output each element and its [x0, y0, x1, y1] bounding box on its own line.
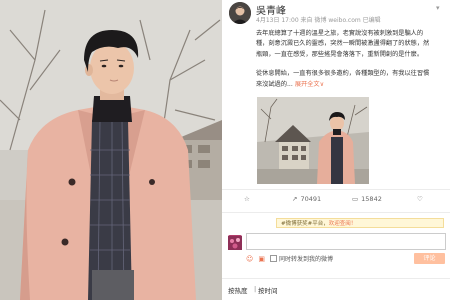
forward-count: 70491: [300, 195, 322, 203]
share-icon: ☆: [244, 195, 250, 203]
profile-photo: [0, 0, 222, 300]
like-icon: ♡: [417, 195, 423, 203]
banner-text: #微博获奖#平台，: [281, 221, 329, 227]
tab-divider: |: [254, 285, 257, 293]
comment-sort-tabs: 按热度 | 按时间: [222, 278, 450, 300]
expand-label: 展开全文: [294, 80, 320, 88]
submit-comment-button[interactable]: 评论: [414, 253, 445, 264]
like-button[interactable]: ♡: [417, 195, 423, 203]
body-line: 瓶頸，一直在感受，那些搖晃會落落下，重新開創的是什麼。: [256, 50, 424, 58]
comment-count: 15842: [361, 195, 382, 203]
forward-checkbox[interactable]: 同时转发到我的微博: [269, 254, 333, 263]
my-avatar: [228, 235, 242, 250]
chevron-down-icon: ∨: [319, 80, 325, 88]
forward-button[interactable]: ↗ 70491: [292, 195, 321, 203]
expand-full-text-link[interactable]: 展开全文∨: [295, 81, 324, 88]
post-image[interactable]: [257, 97, 369, 184]
weibo-post: 吳青峰 4月13日 17:00 来自 微博 weibo.com 已编辑 ▾ 去年…: [222, 0, 450, 300]
share-button[interactable]: ☆: [244, 195, 250, 203]
tab-by-hot[interactable]: 按热度: [228, 285, 248, 295]
photo-illustration: [0, 0, 222, 300]
body-line: 種，刻意沉澱已久的靈感，突然一瞬間被激盪得翻了的狀態，然: [256, 40, 430, 48]
body-line-last: 來沒試過的... 展开全文∨: [256, 80, 325, 88]
banner-link[interactable]: 欢迎查阅！: [329, 221, 357, 227]
avatar[interactable]: [229, 2, 251, 24]
chevron-down-icon[interactable]: ▾: [436, 4, 440, 12]
action-bar: ☆ ↗ 70491 ▭ 15842 ♡: [222, 189, 450, 213]
checkbox-label: 同时转发到我的微博: [278, 256, 333, 263]
comment-button[interactable]: ▭ 15842: [352, 195, 382, 203]
body-line: 去年底總算了十週的溫星之旅，老實說沒有被刺激到是騙人的: [256, 30, 424, 37]
avatar-image: [229, 2, 251, 24]
notice-banner: #微博获奖#平台，欢迎查阅！: [276, 218, 444, 228]
body-line: 來沒試過的: [256, 80, 287, 88]
post-body: 去年底總算了十週的溫星之旅，老實說沒有被刺激到是騙人的 種，刻意沉澱已久的靈感，…: [256, 29, 450, 90]
image-icon[interactable]: ▣: [258, 255, 265, 263]
tab-by-time[interactable]: 按时间: [258, 285, 278, 295]
forward-icon: ↗: [292, 195, 298, 203]
comment-input[interactable]: [246, 233, 446, 250]
body-line: 從休息開始，一直有很多很多邀約，各種類型的，有我以往習慣: [256, 70, 430, 78]
comment-icon: ▭: [352, 195, 359, 203]
my-avatar-image: [228, 236, 242, 250]
comment-tools: ☺ ▣ 同时转发到我的微博: [246, 254, 333, 264]
post-image-illustration: [257, 97, 369, 184]
emoji-icon[interactable]: ☺: [246, 255, 253, 263]
post-meta: 4月13日 17:00 来自 微博 weibo.com 已编辑: [256, 17, 381, 24]
checkbox-icon: [269, 255, 277, 262]
